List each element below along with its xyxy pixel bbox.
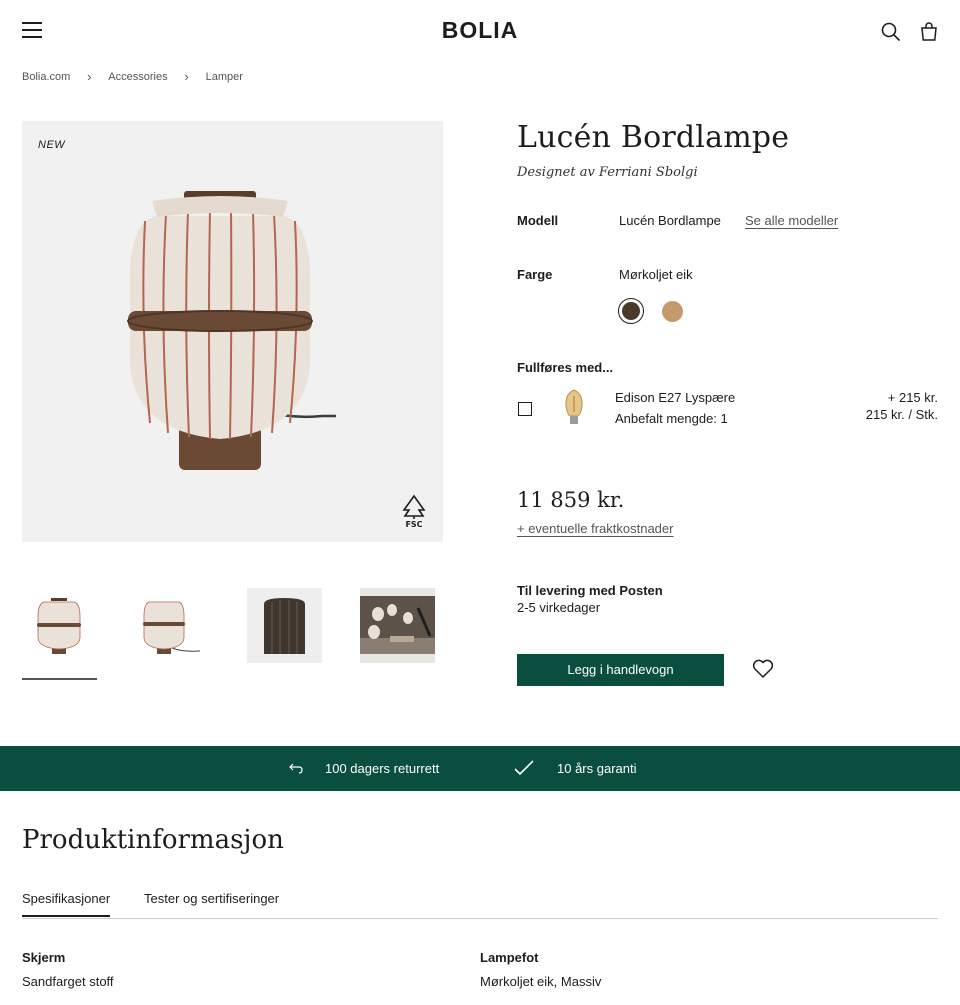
wishlist-heart-icon[interactable] [752,659,774,679]
color-label: Farge [517,267,553,282]
thumbnail-3[interactable] [247,588,322,663]
addon-price: + 215 kr. [887,390,938,405]
product-info-title: Produktinformasjon [22,825,284,855]
spec-label-shade: Skjerm [22,950,66,965]
addon-heading: Fullføres med... [517,360,614,375]
product-main-image[interactable]: NEW FSC [22,121,443,542]
thumbnail-1[interactable] [22,588,97,680]
addon-checkbox[interactable] [518,402,532,416]
tab-specifications[interactable]: Spesifikasjoner [22,891,111,917]
product-title: Lucén Bordlampe [517,120,790,155]
add-to-cart-button[interactable]: Legg i handlevogn [517,654,724,686]
site-logo[interactable]: BOLIA [0,17,960,44]
addon-name: Edison E27 Lyspære [615,390,736,405]
color-swatch-natural-oak[interactable] [659,298,685,324]
fsc-logo: FSC [402,494,426,528]
thumbnail-lamp-angle [143,601,201,654]
color-swatch-dark-oak[interactable] [618,298,644,324]
see-all-models-link[interactable]: Se alle modeller [745,213,838,228]
thumbnail-lamp-room [360,596,435,654]
site-header: BOLIA [0,0,960,62]
shipping-cost-link[interactable]: + eventuelle fraktkostnader [517,521,673,536]
hamburger-menu-icon[interactable] [22,22,42,40]
tab-tests-certifications[interactable]: Tester og sertifiseringer [144,891,279,906]
chevron-right-icon: › [184,69,189,84]
model-value: Lucén Bordlampe [619,213,721,228]
lamp-image [127,191,336,470]
product-designer: Designet av Ferriani Sbolgi [517,165,698,180]
color-value: Mørkoljet eik [619,267,693,282]
product-price: 11 859 kr. [517,488,625,512]
addon-unit-price: 215 kr. / Stk. [865,407,938,422]
breadcrumb-lamper[interactable]: Lamper [206,71,243,83]
thumbnail-lamp-dark [264,598,305,654]
spec-value-base: Mørkoljet eik, Massiv [480,974,602,989]
usp-warranty: 10 års garanti [557,761,637,776]
spec-label-base: Lampefot [480,950,539,965]
delivery-title: Til levering med Posten [517,583,663,598]
usp-returns: 100 dagers returrett [325,761,440,776]
spec-value-shade: Sandfarget stoff [22,974,114,989]
model-label: Modell [517,213,559,228]
checkmark-icon [514,760,534,776]
tabs-divider [22,918,938,919]
svg-text:FSC: FSC [405,520,422,528]
chevron-right-icon: › [87,69,92,84]
shopping-bag-icon[interactable] [918,21,940,43]
addon-recommended-qty: Anbefalt mengde: 1 [615,411,728,426]
delivery-time: 2-5 virkedager [517,600,601,615]
breadcrumb-accessories[interactable]: Accessories [108,71,167,83]
light-bulb-icon [565,389,583,424]
usp-bar: 100 dagers returrett 10 års garanti [0,746,960,791]
breadcrumb: Bolia.com › Accessories › Lamper [22,69,243,84]
thumbnail-lamp-front [37,598,81,654]
return-arrow-icon [289,763,303,774]
search-icon[interactable] [880,21,902,43]
thumbnail-4[interactable] [360,588,435,663]
breadcrumb-home[interactable]: Bolia.com [22,71,70,83]
thumbnail-2[interactable] [127,588,202,663]
